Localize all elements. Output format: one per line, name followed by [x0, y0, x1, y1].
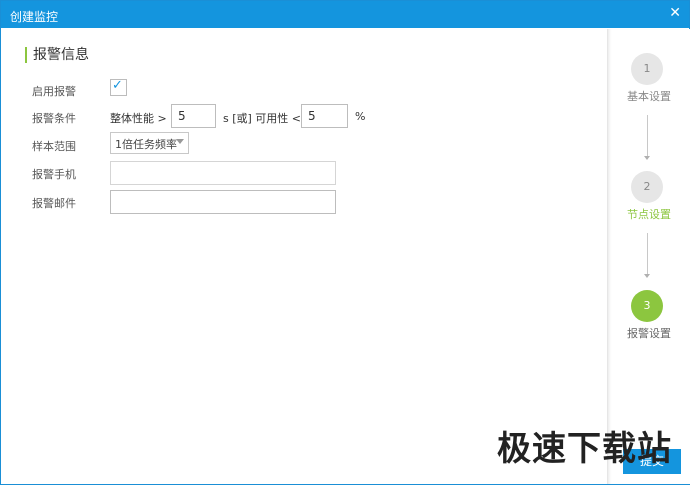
step-2-label: 节点设置	[627, 208, 671, 221]
percent-text: %	[355, 110, 366, 123]
section-title: 报警信息	[25, 47, 89, 63]
step-3-label: 报警设置	[627, 327, 671, 340]
alarm-phone-input[interactable]	[110, 161, 336, 185]
overall-performance-text: 整体性能 >	[110, 112, 167, 125]
close-icon[interactable]: ✕	[669, 5, 681, 21]
overall-performance-input[interactable]: 5	[171, 104, 216, 128]
dialog-window: 创建监控 ✕ 报警信息 启用报警 ✓ 报警条件 整体性能 > 5 s [或] 可…	[0, 0, 690, 485]
form-panel: 报警信息 启用报警 ✓ 报警条件 整体性能 > 5 s [或] 可用性 < 5 …	[1, 29, 607, 484]
availability-text: s [或] 可用性 <	[223, 112, 302, 125]
step-sidebar: 1 基本设置 2 节点设置 3 报警设置	[607, 29, 690, 484]
alarm-condition-label: 报警条件	[32, 112, 76, 125]
alarm-email-input[interactable]	[110, 190, 336, 214]
checkmark-icon: ✓	[112, 78, 123, 93]
enable-alarm-checkbox[interactable]: ✓	[110, 78, 127, 96]
enable-alarm-label: 启用报警	[32, 85, 76, 98]
step-connector	[647, 233, 648, 275]
alarm-email-label: 报警邮件	[32, 197, 76, 210]
watermark-logo: 极速下载站	[497, 429, 672, 469]
down-arrow-icon	[644, 274, 650, 278]
alarm-phone-label: 报警手机	[32, 168, 76, 181]
step-1-label: 基本设置	[627, 90, 671, 103]
sample-range-select[interactable]: 1倍任务频率	[110, 132, 189, 154]
step-3-circle[interactable]: 3	[631, 290, 663, 322]
down-arrow-icon	[644, 156, 650, 160]
availability-input[interactable]: 5	[301, 104, 348, 128]
step-1-circle[interactable]: 1	[631, 53, 663, 85]
title-bar: 创建监控 ✕	[1, 1, 689, 28]
step-connector	[647, 115, 648, 157]
dropdown-arrow-icon	[176, 139, 184, 144]
sample-range-label: 样本范围	[32, 140, 76, 153]
sample-range-value: 1倍任务频率	[115, 138, 177, 151]
window-title: 创建监控	[10, 10, 59, 24]
step-2-circle[interactable]: 2	[631, 171, 663, 203]
